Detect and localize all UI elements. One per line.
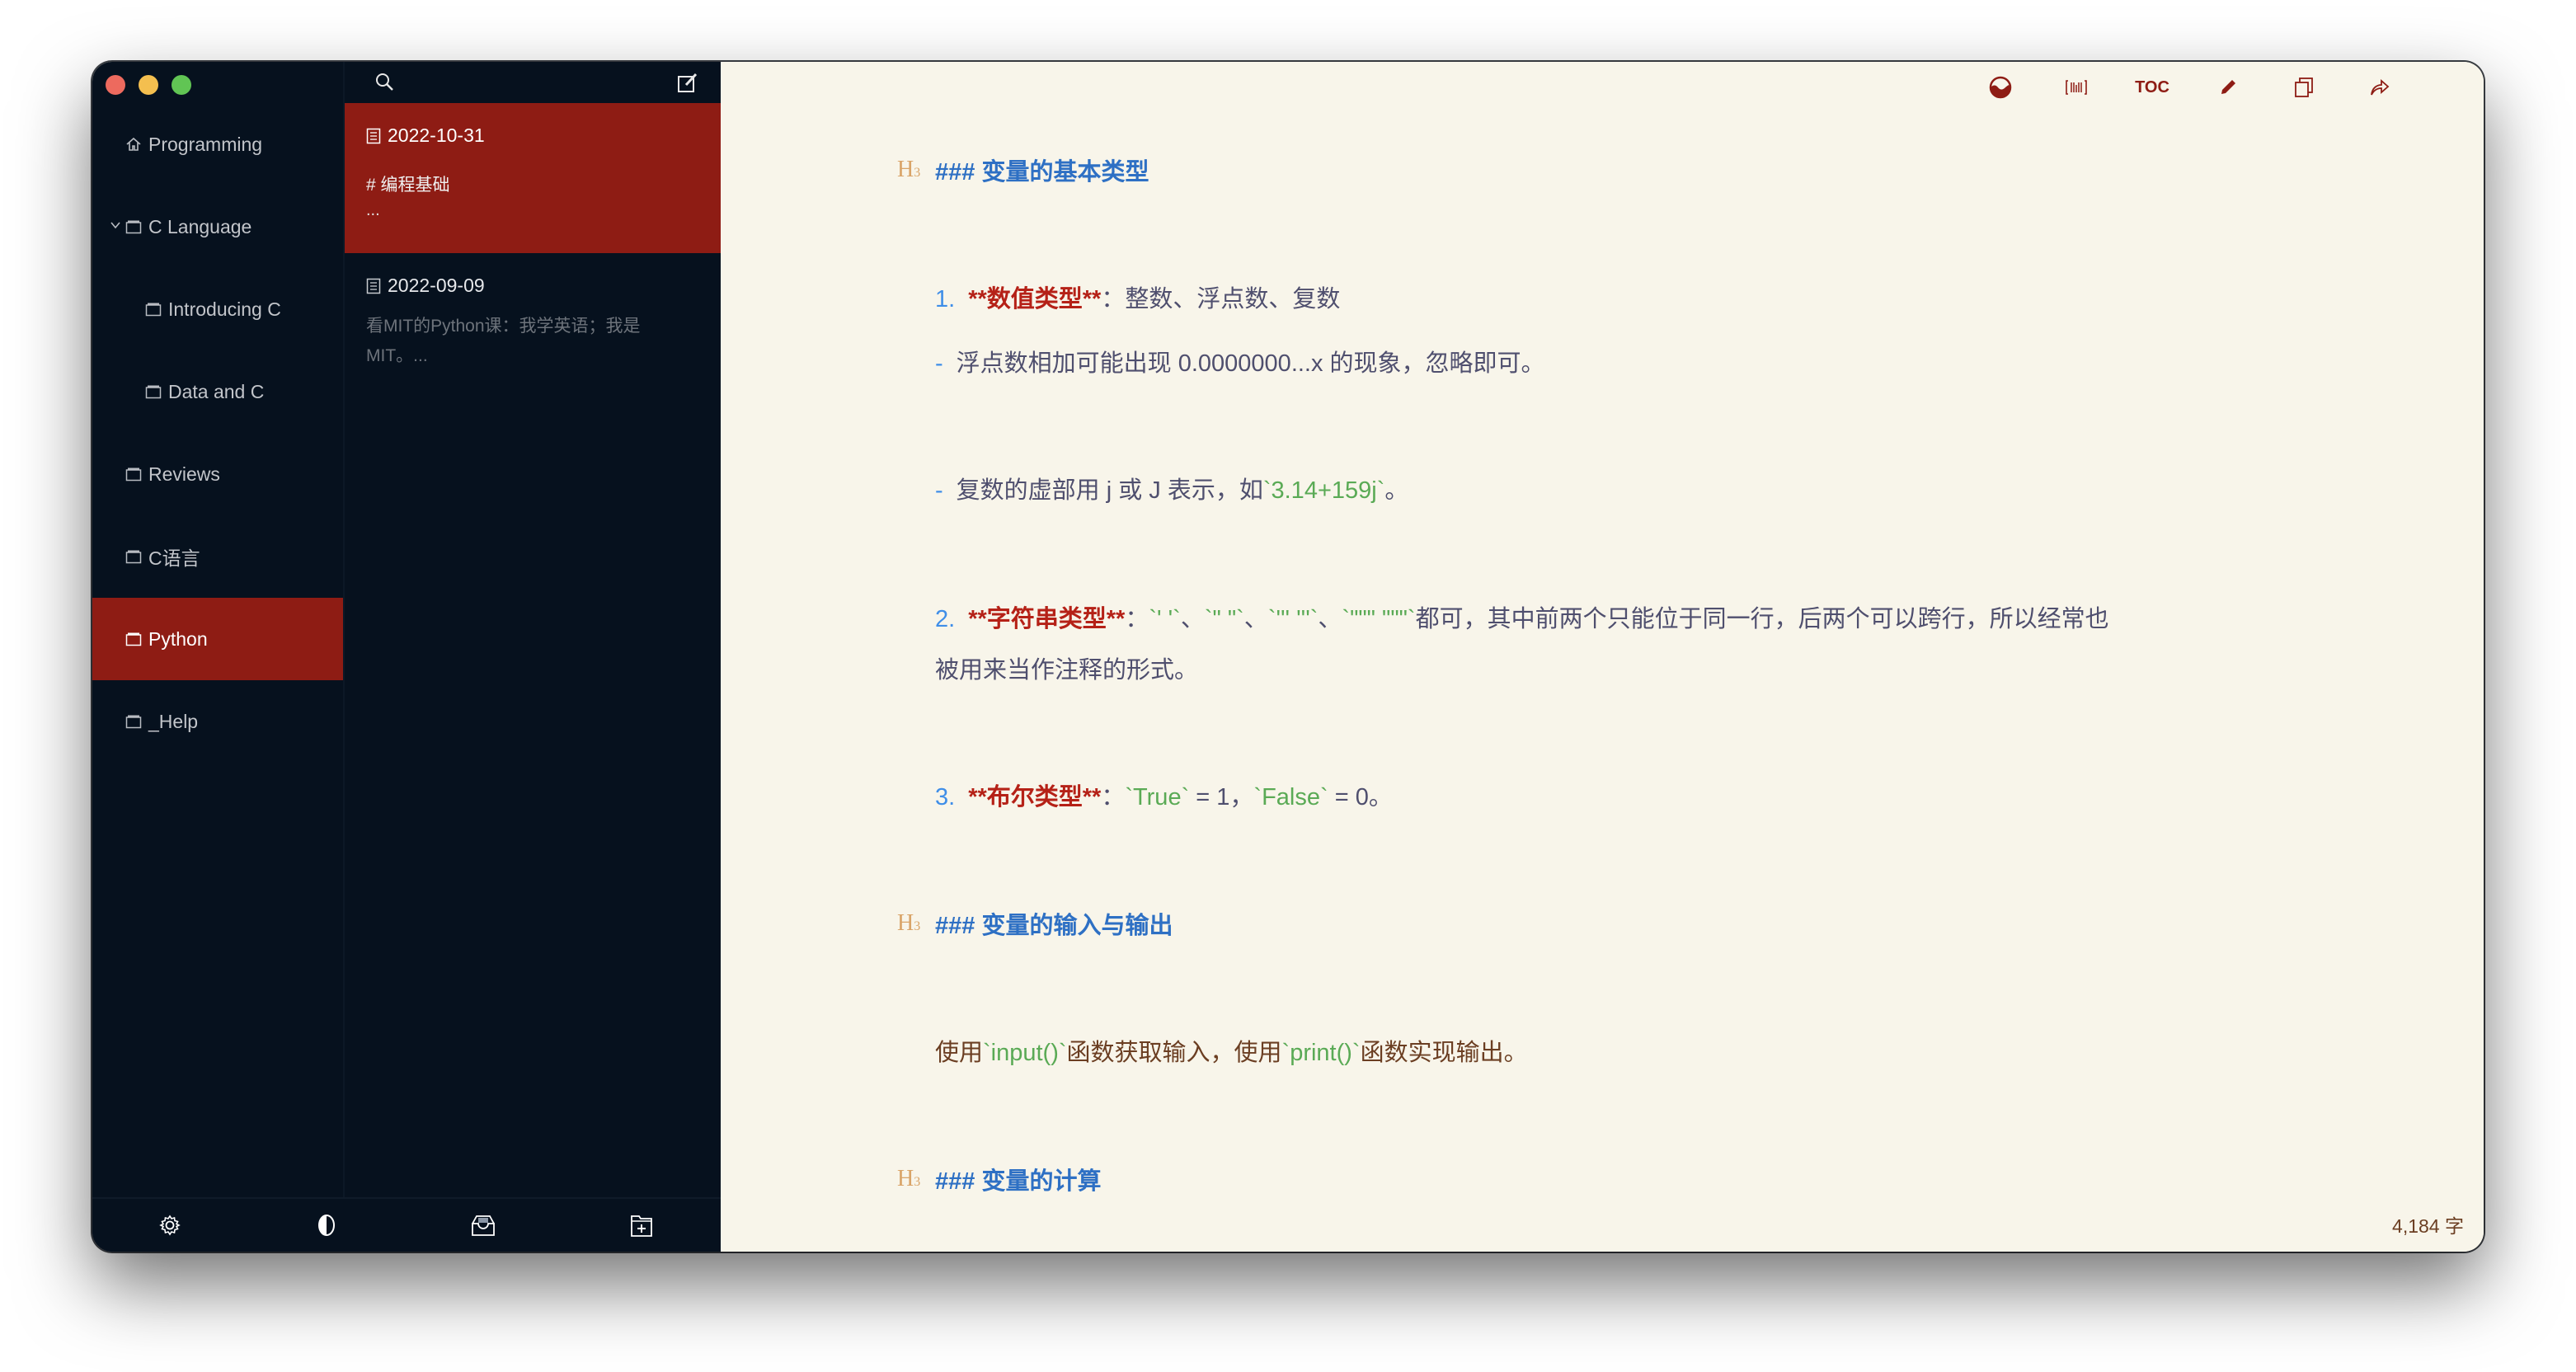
paragraph: 使用`input()`函数获取输入，使用`print()`函数实现输出。 bbox=[935, 1040, 1528, 1066]
sidebar-item-label: Python bbox=[148, 627, 208, 650]
note-item[interactable]: 2022-10-31 # 编程基础 ... bbox=[345, 103, 721, 253]
note-list: 2022-10-31 # 编程基础 ... 2022-09-09 看MIT的Py… bbox=[345, 62, 721, 1252]
sidebar-item-programming[interactable]: Programming bbox=[92, 103, 343, 186]
editor[interactable]: TOC H3 ### 变量的基本类型 1.**数值类型**：整数、浮点数、复数 bbox=[721, 62, 2484, 1252]
bottom-toolbar bbox=[92, 1197, 721, 1252]
sidebar-item-reviews[interactable]: Reviews bbox=[92, 433, 343, 515]
new-folder-icon[interactable] bbox=[628, 1212, 655, 1238]
ordered-list-item: 2. **字符串类型**：`' '`、`" "`、`''' '''`、`""" "… bbox=[935, 606, 2109, 632]
note-preview: 看MIT的Python课：我学英语；我是MIT。... bbox=[366, 317, 641, 365]
note-icon bbox=[366, 278, 381, 294]
sidebar-item-data-and-c[interactable]: Data and C bbox=[92, 350, 343, 433]
note-icon bbox=[366, 128, 381, 143]
note-date: 2022-09-09 bbox=[388, 275, 485, 296]
search-icon[interactable] bbox=[374, 72, 396, 93]
editor-toolbar: TOC bbox=[1963, 73, 2418, 101]
duplicate-icon[interactable] bbox=[2266, 73, 2342, 101]
sidebar-item-label: Data and C bbox=[168, 380, 265, 402]
sidebar-item-label: C语言 bbox=[148, 547, 200, 569]
heading-3: H3 ### 变量的计算 bbox=[897, 1166, 1102, 1195]
bullet-list-item: - 浮点数相加可能出现 0.0000000...x 的现象，忽略即可。 bbox=[935, 350, 1545, 377]
minimize-window-button[interactable] bbox=[139, 75, 158, 95]
inbox-icon[interactable] bbox=[470, 1212, 496, 1238]
folder-icon bbox=[125, 713, 142, 730]
bullet-list-item: - 复数的虚部用 j 或 J 表示，如`3.14+159j`。 bbox=[935, 477, 1409, 504]
folder-icon bbox=[125, 218, 142, 235]
folder-icon bbox=[125, 466, 142, 482]
sidebar-item-label: Programming bbox=[148, 133, 263, 155]
heading-level-marker: H3 bbox=[897, 910, 921, 936]
note-list-header bbox=[345, 62, 721, 103]
folder-icon bbox=[125, 548, 142, 565]
sidebar-item-label: Introducing C bbox=[168, 298, 281, 320]
heading-3: H3 ### 变量的输入与输出 bbox=[897, 910, 1173, 939]
note-date: 2022-10-31 bbox=[388, 125, 485, 146]
sidebar-item-label: C Language bbox=[148, 215, 252, 237]
heading-level-marker: H3 bbox=[897, 1166, 921, 1191]
home-icon bbox=[125, 136, 142, 153]
theme-icon[interactable] bbox=[1963, 73, 2038, 101]
close-window-button[interactable] bbox=[106, 75, 125, 95]
sidebar-item-label: Reviews bbox=[148, 463, 220, 485]
sidebar-item-c-language[interactable]: C Language bbox=[92, 186, 343, 268]
focus-mode-icon[interactable] bbox=[2038, 73, 2114, 101]
folder-icon bbox=[125, 631, 142, 647]
note-preview: ... bbox=[366, 201, 380, 219]
sidebar-item-introducing-c[interactable]: Introducing C bbox=[92, 268, 343, 350]
word-count: 4,184 字 bbox=[2392, 1215, 2464, 1237]
heading-level-marker: H3 bbox=[897, 157, 921, 182]
compose-icon[interactable] bbox=[676, 72, 699, 95]
sidebar-nav: Programming C Language Introducing C Dat… bbox=[92, 103, 343, 763]
sidebar: Programming C Language Introducing C Dat… bbox=[92, 62, 345, 1252]
sidebar-item-label: _Help bbox=[148, 710, 199, 732]
folder-icon bbox=[145, 301, 162, 317]
ordered-list-item: 3. **布尔类型**：`True` = 1，`False` = 0。 bbox=[935, 784, 1393, 811]
traffic-lights bbox=[106, 75, 191, 95]
list-item-continuation: 被用来当作注释的形式。 bbox=[935, 657, 1199, 684]
zoom-window-button[interactable] bbox=[172, 75, 191, 95]
heading-3: H3 ### 变量的基本类型 bbox=[897, 157, 1149, 186]
app-window: Programming C Language Introducing C Dat… bbox=[92, 62, 2484, 1252]
sidebar-item-python[interactable]: Python bbox=[92, 598, 343, 680]
ordered-list-item: 1. **数值类型**：整数、浮点数、复数 bbox=[935, 286, 1341, 312]
share-icon[interactable] bbox=[2342, 73, 2418, 101]
sidebar-item-help[interactable]: _Help bbox=[92, 680, 343, 763]
chevron-down-icon[interactable] bbox=[109, 218, 124, 236]
edit-pencil-icon[interactable] bbox=[2190, 73, 2266, 101]
note-title: # 编程基础 bbox=[366, 176, 450, 195]
folder-icon bbox=[145, 383, 162, 400]
note-item[interactable]: 2022-09-09 看MIT的Python课：我学英语；我是MIT。... bbox=[345, 253, 721, 403]
toc-button[interactable]: TOC bbox=[2114, 73, 2190, 101]
theme-contrast-icon[interactable] bbox=[313, 1212, 340, 1238]
sidebar-item-c-yuyan[interactable]: C语言 bbox=[92, 515, 343, 598]
settings-gear-icon[interactable] bbox=[157, 1212, 183, 1238]
